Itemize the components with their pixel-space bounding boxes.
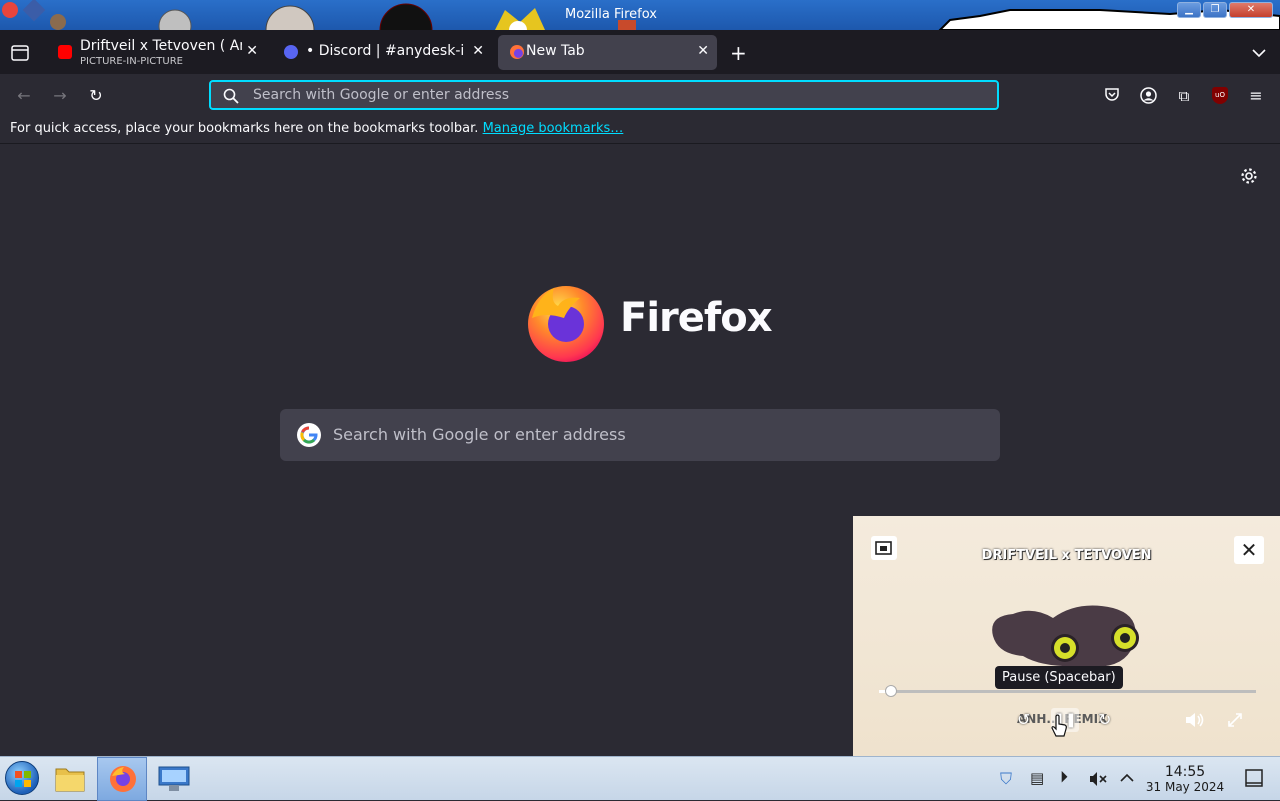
taskbar-clock[interactable]: 14:55 31 May 2024	[1140, 764, 1230, 795]
tab-sublabel: PICTURE-IN-PICTURE	[80, 56, 183, 67]
back-icon[interactable]: ←	[14, 86, 34, 106]
pause-tooltip: Pause (Spacebar)	[995, 666, 1123, 689]
taskbar-firefox-button[interactable]	[97, 757, 147, 801]
tab-label: • Discord | #anydesk-id	[306, 43, 464, 59]
tray-network-icon[interactable]: ⛉	[1000, 769, 1012, 789]
clock-date: 31 May 2024	[1145, 780, 1225, 794]
seek-forward-icon[interactable]: ↻	[1098, 710, 1111, 729]
ublock-icon[interactable]: uO	[1212, 87, 1228, 104]
tray-expand-icon[interactable]	[1120, 773, 1134, 783]
forward-icon[interactable]: →	[50, 86, 70, 106]
tab-label: Driftveil x Tetvoven ( Anh	[80, 38, 242, 54]
seek-handle[interactable]	[885, 685, 897, 697]
seek-back-icon[interactable]: ↺	[1017, 710, 1030, 729]
fullscreen-icon[interactable]	[1227, 712, 1243, 728]
manage-bookmarks-link[interactable]: Manage bookmarks…	[483, 121, 624, 136]
newtab-search-placeholder: Search with Google or enter address	[333, 425, 626, 444]
maximize-icon[interactable]: ❐	[1203, 2, 1227, 18]
tab-close-icon[interactable]: ✕	[697, 43, 709, 59]
mouse-cursor-icon	[1051, 714, 1067, 737]
volume-icon[interactable]	[1184, 711, 1206, 729]
bookmarks-toolbar: For quick access, place your bookmarks h…	[0, 116, 1280, 144]
remote-desktop-icon[interactable]	[157, 765, 191, 793]
account-icon[interactable]	[1140, 87, 1157, 104]
extensions-icon[interactable]: ⧉	[1174, 86, 1194, 106]
tab-close-icon[interactable]: ✕	[472, 43, 484, 59]
firefox-view-icon[interactable]	[11, 45, 29, 61]
newtab-search-box[interactable]: Search with Google or enter address	[280, 409, 1000, 461]
window-titlebar: Mozilla Firefox ▁ ❐ ✕	[0, 0, 1280, 30]
url-bar[interactable]	[209, 80, 999, 110]
show-desktop-icon[interactable]	[1245, 769, 1263, 787]
picture-in-picture-window[interactable]: DRIFTVEIL x TETVOVEN ✕ Pause (Spacebar) …	[853, 516, 1280, 756]
video-title: DRIFTVEIL x TETVOVEN	[981, 548, 1152, 563]
tray-clipboard-icon[interactable]: ▤	[1030, 769, 1044, 787]
tab-youtube[interactable]: Driftveil x Tetvoven ( Anh PICTURE-IN-PI…	[46, 35, 266, 70]
search-icon	[223, 88, 239, 104]
bookmarks-message: For quick access, place your bookmarks h…	[10, 121, 479, 136]
url-input[interactable]	[253, 86, 953, 104]
navigation-toolbar: ← → ↻ ⧉ uO ≡	[0, 74, 1280, 116]
firefox-icon	[110, 766, 136, 792]
gear-icon[interactable]	[1240, 167, 1258, 185]
taskbar: ⛉ ▤ ⏵ 14:55 31 May 2024	[0, 756, 1280, 801]
reload-icon[interactable]: ↻	[86, 86, 106, 106]
tray-muted-volume-icon[interactable]	[1089, 771, 1107, 787]
tab-discord[interactable]: • Discord | #anydesk-id ✕	[272, 35, 492, 70]
seek-bar[interactable]	[879, 685, 1256, 697]
tray-media-icon[interactable]: ⏵	[1060, 767, 1068, 787]
tab-close-icon[interactable]: ✕	[246, 43, 258, 59]
firefox-icon	[510, 45, 524, 59]
firefox-wordmark: Firefox	[620, 295, 773, 341]
google-icon	[297, 423, 321, 447]
youtube-icon	[58, 45, 72, 59]
minimize-icon[interactable]: ▁	[1177, 2, 1201, 18]
video-frame-creature	[992, 605, 1139, 667]
new-tab-icon[interactable]: +	[730, 41, 747, 65]
menu-icon[interactable]: ≡	[1246, 86, 1266, 106]
tab-label: New Tab	[526, 43, 585, 59]
pip-close-icon[interactable]: ✕	[1234, 536, 1264, 564]
window-title: Mozilla Firefox	[565, 7, 657, 22]
file-manager-icon[interactable]	[54, 763, 86, 793]
close-icon[interactable]: ✕	[1229, 2, 1273, 18]
firefox-logo-icon	[528, 286, 604, 362]
tab-bar: Driftveil x Tetvoven ( Anh PICTURE-IN-PI…	[0, 30, 1280, 74]
discord-icon	[284, 45, 298, 59]
return-to-tab-icon[interactable]	[871, 536, 897, 560]
start-button[interactable]	[5, 761, 39, 795]
clock-time: 14:55	[1164, 764, 1206, 780]
list-all-tabs-icon[interactable]	[1252, 48, 1266, 58]
tab-new-tab[interactable]: New Tab ✕	[498, 35, 717, 70]
pocket-icon[interactable]	[1104, 87, 1120, 103]
